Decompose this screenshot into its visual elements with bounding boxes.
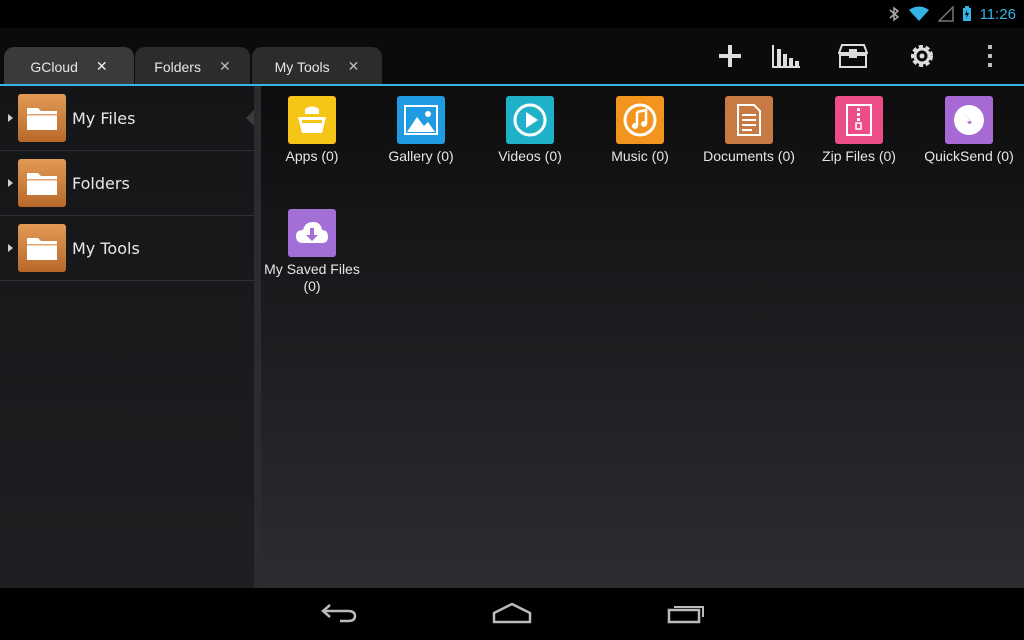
category-caption: Music (0) (611, 148, 669, 164)
close-icon[interactable]: ✕ (348, 58, 360, 75)
caption-line: My Saved Files (264, 261, 360, 277)
settings-button[interactable] (902, 38, 942, 78)
category-caption: Documents (0) (703, 148, 795, 164)
category-quicksend[interactable]: QuickSend (0) (914, 96, 1024, 165)
category-caption: Apps (0) (285, 148, 339, 164)
category-documents[interactable]: Documents (0) (694, 96, 804, 165)
battery-icon (962, 6, 972, 22)
category-zip-files[interactable]: Zip Files (0) (804, 96, 914, 165)
close-icon[interactable]: ✕ (219, 58, 231, 75)
status-bar: 11:26 (0, 0, 1024, 28)
system-nav-bar (0, 588, 1024, 640)
documents-icon (725, 96, 773, 144)
tab-label: Folders (154, 58, 201, 75)
category-caption: Videos (0) (498, 148, 562, 164)
expand-arrow-icon[interactable] (8, 114, 13, 122)
back-button[interactable] (317, 602, 361, 628)
tab-label: GCloud (30, 58, 78, 75)
tab-folders[interactable]: Folders ✕ (135, 47, 250, 86)
close-icon[interactable]: ✕ (96, 58, 108, 75)
category-caption: Zip Files (0) (822, 148, 896, 164)
apps-icon (288, 96, 336, 144)
category-caption: My Saved Files (0) (257, 261, 367, 295)
bluetooth-icon (888, 6, 900, 22)
folder-icon (18, 224, 66, 272)
caption-line: (0) (303, 278, 321, 294)
wifi-icon (908, 6, 930, 22)
sidebar-item-label: My Tools (72, 238, 140, 258)
selection-indicator (246, 110, 254, 126)
clock: 11:26 (979, 5, 1016, 23)
expand-arrow-icon[interactable] (8, 244, 13, 252)
cloud-download-icon (288, 209, 336, 257)
add-button[interactable] (710, 38, 750, 78)
home-button[interactable] (490, 602, 534, 628)
overflow-menu-button[interactable] (970, 38, 1010, 78)
category-gallery[interactable]: Gallery (0) (366, 96, 476, 165)
expand-arrow-icon[interactable] (8, 179, 13, 187)
back-icon (320, 602, 358, 628)
folder-icon (18, 159, 66, 207)
file-category-grid: Apps (0) Gallery (0) Videos (0) Music (0… (261, 86, 1024, 588)
videos-icon (506, 96, 554, 144)
sidebar-item-label: My Files (72, 108, 136, 128)
gallery-icon (397, 96, 445, 144)
sidebar: My Files Folders My Tools (0, 86, 254, 588)
category-caption: QuickSend (0) (924, 148, 1014, 164)
add-icon (718, 44, 742, 72)
category-caption: Gallery (0) (388, 148, 454, 164)
category-apps[interactable]: Apps (0) (257, 96, 367, 165)
category-videos[interactable]: Videos (0) (475, 96, 585, 165)
tab-my-tools[interactable]: My Tools ✕ (252, 47, 382, 86)
category-my-saved-files[interactable]: My Saved Files (0) (257, 209, 367, 295)
recents-button[interactable] (664, 602, 708, 628)
toolbox-button[interactable] (833, 38, 873, 78)
quicksend-icon (945, 96, 993, 144)
sidebar-item-folders[interactable]: Folders (0, 151, 254, 216)
music-icon (616, 96, 664, 144)
overflow-menu-icon (987, 44, 993, 72)
home-icon (492, 602, 532, 628)
stats-button[interactable] (766, 38, 806, 78)
gear-icon (908, 42, 936, 74)
bar-chart-icon (771, 43, 801, 73)
folder-icon (18, 94, 66, 142)
sidebar-item-my-tools[interactable]: My Tools (0, 216, 254, 281)
category-music[interactable]: Music (0) (585, 96, 695, 165)
sidebar-item-label: Folders (72, 173, 130, 193)
tab-label: My Tools (274, 58, 330, 75)
action-bar: GCloud ✕ Folders ✕ My Tools ✕ (0, 28, 1024, 86)
sidebar-item-my-files[interactable]: My Files (0, 86, 254, 151)
tab-gcloud[interactable]: GCloud ✕ (4, 47, 134, 86)
toolbox-icon (837, 43, 869, 73)
recents-icon (667, 602, 705, 628)
signal-icon (937, 6, 954, 22)
zip-icon (835, 96, 883, 144)
